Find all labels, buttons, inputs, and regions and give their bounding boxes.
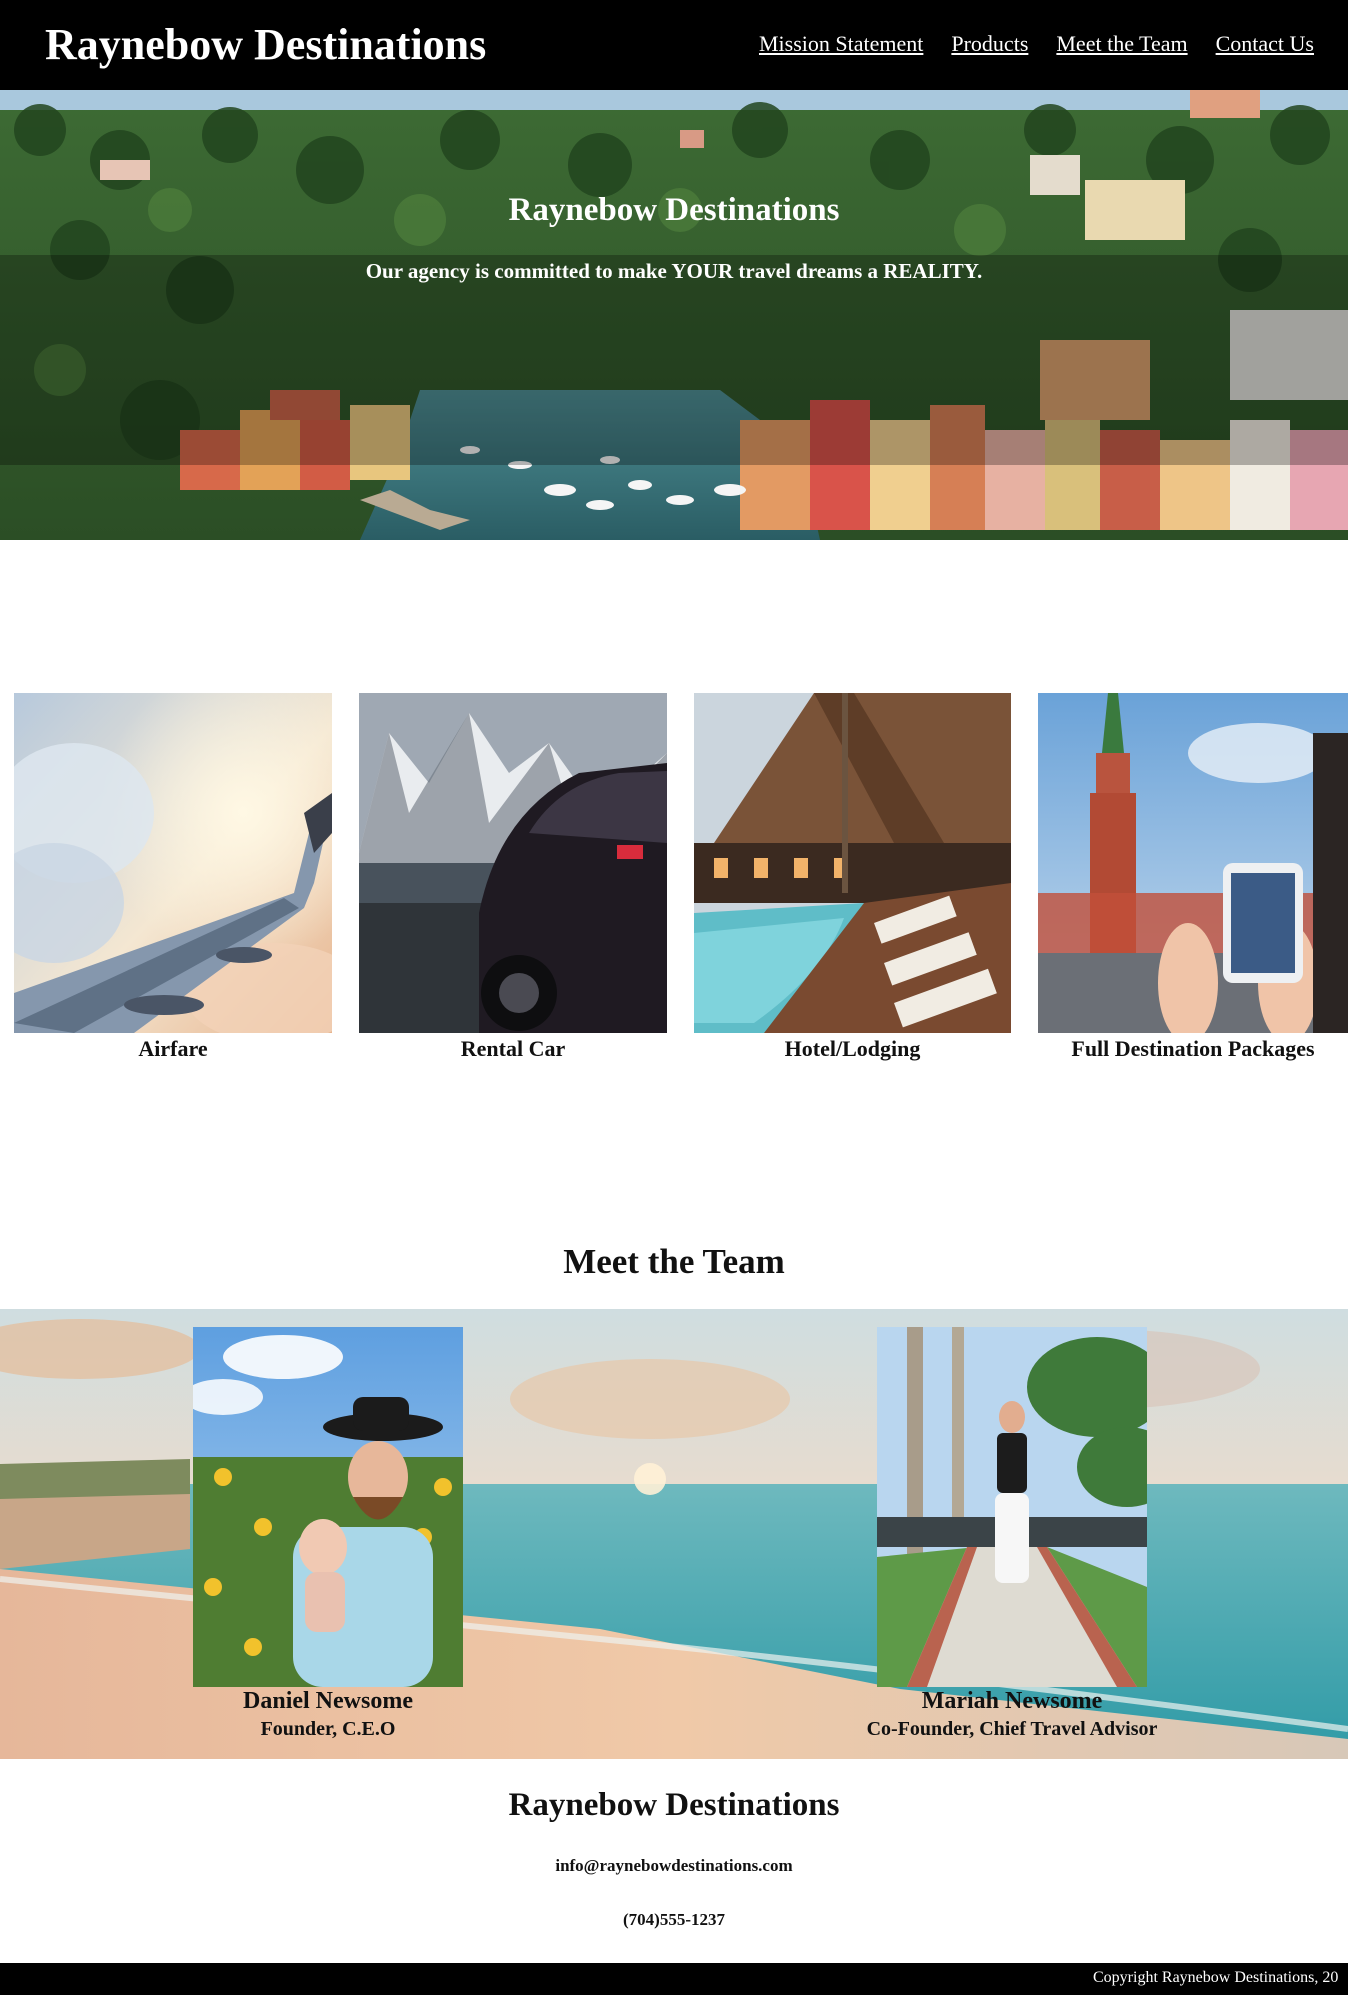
team-member-role-mariah: Co-Founder, Chief Travel Advisor [866,1718,1158,1740]
team-member-photo-daniel [193,1327,463,1687]
nav-link-mission-statement[interactable]: Mission Statement [759,30,923,58]
team-member-role-daniel: Founder, C.E.O [260,1718,396,1740]
hero-overlay-band [0,255,1348,465]
product-card-airfare[interactable] [14,693,332,1033]
product-label-rental-car: Rental Car [460,1036,566,1061]
product-card-full-destination-packages[interactable] [1038,693,1348,1033]
rental-car-image [359,693,667,1033]
hero-title: Raynebow Destinations [508,192,840,228]
footer-title: Raynebow Destinations [508,1787,840,1823]
product-label-airfare: Airfare [138,1036,208,1061]
airplane-wing-image [14,693,332,1033]
product-card-rental-car[interactable] [359,693,667,1033]
nav-link-meet-the-team[interactable]: Meet the Team [1056,30,1187,58]
hero-banner [0,90,1348,540]
team-member-photo-mariah [877,1327,1147,1687]
footer-phone[interactable]: (704)555-1237 [0,1909,1348,1931]
mariah-portrait-image [877,1327,1147,1687]
main-nav: Mission Statement Products Meet the Team… [759,30,1314,58]
team-heading: Meet the Team [563,1242,785,1281]
daniel-portrait-image [193,1327,463,1687]
copyright-text: Copyright Raynebow Destinations, 20 [1093,1969,1339,1986]
team-member-name-mariah: Mariah Newsome [921,1688,1103,1714]
kremlin-phone-image [1038,693,1348,1033]
resort-pool-image [694,693,1011,1033]
hero-subtitle: Our agency is committed to make YOUR tra… [365,259,983,283]
copyright-bar: Copyright Raynebow Destinations, 20 [0,1963,1348,1995]
team-member-name-daniel: Daniel Newsome [243,1688,413,1714]
nav-link-products[interactable]: Products [951,30,1028,58]
product-label-full-destination-packages: Full Destination Packages [1071,1036,1315,1061]
top-navbar: Raynebow Destinations Mission Statement … [0,0,1348,90]
footer-email[interactable]: info@raynebowdestinations.com [0,1855,1348,1877]
product-card-hotel-lodging[interactable] [694,693,1011,1033]
nav-link-contact-us[interactable]: Contact Us [1216,30,1314,58]
product-label-hotel-lodging: Hotel/Lodging [784,1036,921,1061]
site-brand[interactable]: Raynebow Destinations [45,17,486,73]
